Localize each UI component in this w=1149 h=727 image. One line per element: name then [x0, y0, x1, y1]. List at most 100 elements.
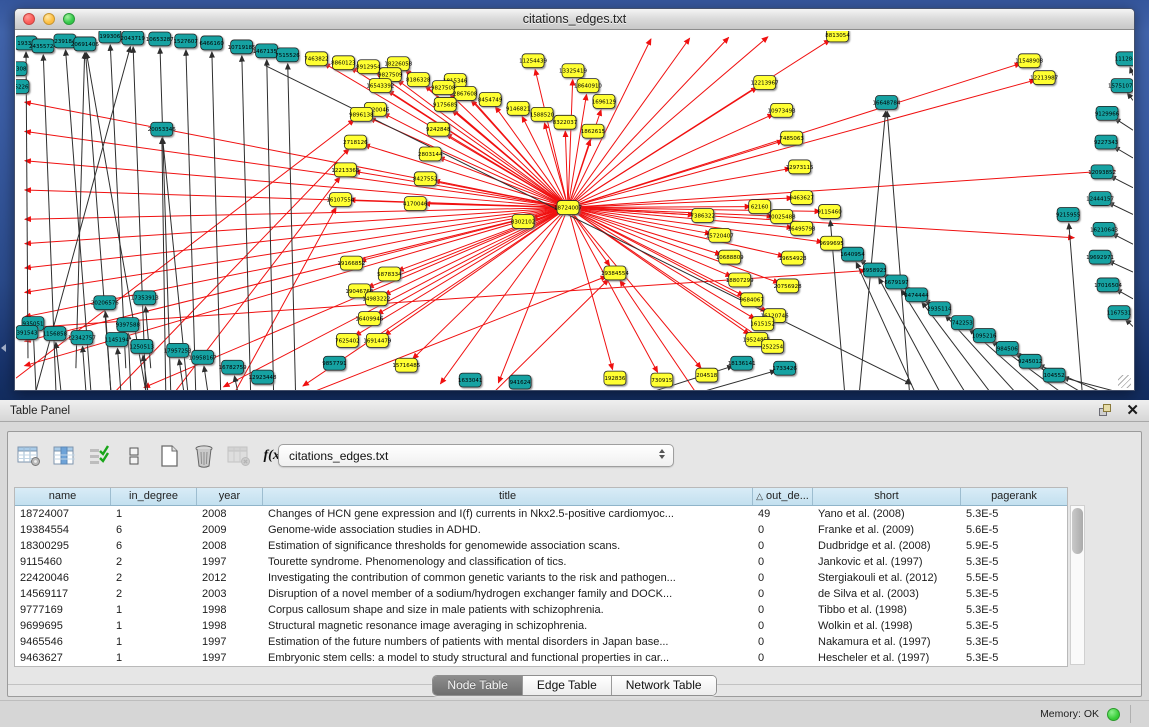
table-row[interactable]: 1872400712008Changes of HCN gene express…	[15, 506, 1067, 522]
window-resize-grip[interactable]	[1118, 375, 1131, 388]
graph-node[interactable]: 12444157	[1086, 192, 1114, 206]
graph-node[interactable]: 9896138	[349, 107, 374, 121]
column-header-short[interactable]: short	[813, 488, 961, 505]
show-column-icon[interactable]	[51, 443, 77, 469]
graph-node[interactable]: 10688809	[716, 250, 744, 264]
column-header-out_de[interactable]: △out_de...	[753, 488, 813, 505]
graph-node[interactable]: 20053346	[148, 122, 176, 136]
graph-node[interactable]: 24355724	[29, 39, 57, 53]
select-columns-icon[interactable]	[86, 443, 112, 469]
graph-node[interactable]: 18640910	[574, 79, 602, 93]
table-row[interactable]: 1938455462009Genome-wide association stu…	[15, 522, 1067, 538]
table-row[interactable]: 969969511998Structural magnetic resonanc…	[15, 618, 1067, 634]
graph-node[interactable]: 9242848	[426, 122, 451, 136]
graph-node[interactable]: 9115460	[817, 205, 842, 219]
graph-node[interactable]: 9474444	[904, 288, 929, 302]
graph-node[interactable]: 1250513	[130, 339, 155, 353]
graph-node[interactable]: 16495798	[788, 221, 816, 235]
graph-node[interactable]: 18136141	[728, 356, 756, 370]
graph-node[interactable]: 20691406	[71, 37, 99, 51]
graph-node[interactable]: 1112843	[1115, 52, 1133, 66]
panel-collapse-arrow-icon[interactable]	[1, 344, 6, 352]
graph-node[interactable]: 19166852	[337, 256, 365, 270]
graph-node[interactable]: 252254	[762, 339, 784, 353]
graph-node[interactable]: 8186328	[406, 73, 431, 87]
zoom-window-button[interactable]	[63, 13, 75, 25]
new-table-icon[interactable]	[156, 443, 182, 469]
graph-node[interactable]: 104552	[1043, 368, 1065, 382]
float-panel-icon[interactable]	[1099, 404, 1112, 417]
window-titlebar[interactable]: citations_edges.txt	[15, 9, 1134, 30]
graph-node[interactable]: 2935114	[927, 302, 952, 316]
graph-node[interactable]: 16107554	[326, 193, 354, 207]
graph-node[interactable]: 12213363	[331, 163, 359, 177]
graph-node[interactable]: 18724007	[554, 201, 582, 215]
graph-node[interactable]: 7625402	[335, 333, 359, 347]
graph-node[interactable]: 8813054	[825, 31, 850, 42]
graph-node[interactable]: 7386322	[691, 209, 715, 223]
graph-node[interactable]: 12213987	[1030, 71, 1058, 85]
graph-node[interactable]: 12213967	[751, 76, 779, 90]
graph-node[interactable]: 6679197	[884, 275, 909, 289]
graph-node[interactable]: 10973493	[768, 103, 796, 117]
graph-node[interactable]: 9463627	[789, 191, 814, 205]
graph-node[interactable]: 192836	[604, 371, 626, 385]
graph-node[interactable]: 8958923	[862, 263, 887, 277]
graph-node[interactable]: 1145194	[105, 332, 130, 346]
graph-node[interactable]: 15751074	[1108, 79, 1133, 93]
graph-node[interactable]: 195226	[16, 80, 29, 94]
tab-network-table[interactable]: Network Table	[612, 676, 716, 695]
table-settings-icon[interactable]	[16, 443, 42, 469]
graph-node[interactable]: 2043719	[121, 31, 146, 45]
graph-node[interactable]: 1615152	[750, 317, 774, 331]
graph-node[interactable]: 9175685	[433, 97, 457, 111]
minimize-window-button[interactable]	[43, 13, 55, 25]
table-row[interactable]: 977716911998Corpus callosum shape and si…	[15, 602, 1067, 618]
network-table-dropdown[interactable]: citations_edges.txt	[278, 444, 674, 467]
graph-node[interactable]: 15720407	[706, 228, 734, 242]
graph-node[interactable]: 9215955	[1056, 208, 1080, 222]
table-row[interactable]: 946554611997Estimation of the future num…	[15, 634, 1067, 650]
graph-node[interactable]: 16914479	[363, 333, 391, 347]
graph-node[interactable]: 4170046	[403, 197, 428, 211]
graph-node[interactable]: 18807299	[726, 273, 754, 287]
graph-node[interactable]: 10719185	[228, 40, 256, 54]
delete-table-icon[interactable]	[191, 443, 217, 469]
graph-node[interactable]: 216308	[16, 62, 27, 76]
graph-node[interactable]: 16782759	[219, 360, 247, 374]
graph-node[interactable]: 8302102	[511, 214, 535, 228]
table-scrollbar[interactable]	[1070, 505, 1085, 665]
graph-node[interactable]: 7485063	[779, 131, 804, 145]
graph-node[interactable]: 10025488	[768, 210, 796, 224]
graph-node[interactable]: 10958167	[189, 350, 217, 364]
graph-node[interactable]: 12973115	[786, 160, 814, 174]
graph-node[interactable]: 19692971	[1086, 250, 1114, 264]
graph-node[interactable]: 1588520	[530, 107, 555, 121]
graph-node[interactable]: 20756928	[774, 279, 802, 293]
graph-node[interactable]: 7463822	[304, 52, 328, 66]
graph-node[interactable]: 1167531	[1107, 306, 1131, 320]
graph-node[interactable]: 8427552	[413, 172, 437, 186]
graph-node[interactable]: 9245012	[1018, 354, 1042, 368]
graph-node[interactable]: 1640954	[840, 247, 865, 261]
graph-node[interactable]: 941624	[509, 375, 531, 389]
column-header-pagerank[interactable]: pagerank	[961, 488, 1067, 505]
graph-node[interactable]: 16648784	[872, 95, 900, 109]
row-height-icon[interactable]	[121, 443, 147, 469]
graph-node[interactable]: 9227343	[1094, 135, 1119, 149]
graph-node[interactable]: 15716485	[392, 358, 420, 372]
tab-edge-table[interactable]: Edge Table	[523, 676, 612, 695]
graph-node[interactable]: 19654923	[779, 251, 807, 265]
graph-node[interactable]: 17353913	[131, 291, 159, 305]
graph-node[interactable]: 12923448	[249, 370, 277, 384]
graph-node[interactable]: 391543	[16, 326, 38, 340]
graph-node[interactable]: 1696129	[592, 94, 617, 108]
graph-node[interactable]: 8912954	[356, 60, 381, 74]
table-row[interactable]: 911546021997Tourette syndrome. Phenomeno…	[15, 554, 1067, 570]
scrollbar-thumb[interactable]	[1072, 508, 1083, 554]
memory-ok-indicator[interactable]	[1107, 708, 1120, 721]
table-row[interactable]: 2242004622012Investigating the contribut…	[15, 570, 1067, 586]
graph-node[interactable]: 16210643	[1090, 222, 1118, 236]
table-row[interactable]: 1830029562008Estimation of significance …	[15, 538, 1067, 554]
graph-node[interactable]: 8322037	[553, 115, 578, 129]
